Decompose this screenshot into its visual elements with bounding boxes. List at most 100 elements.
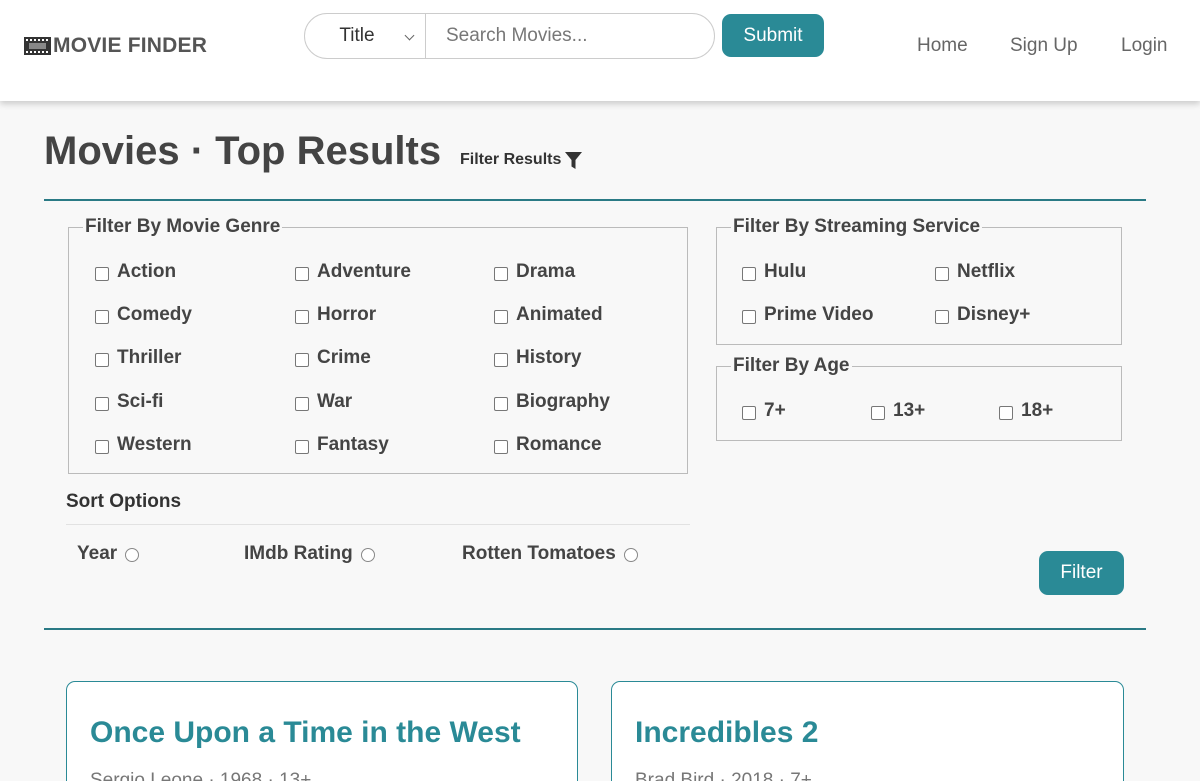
checkbox[interactable] (95, 396, 109, 411)
movie-meta: Sergio Leone · 1968 · 13+ (90, 770, 312, 781)
checkbox[interactable] (935, 309, 949, 324)
checkbox-label: Disney+ (957, 304, 1031, 325)
genre-checkbox-action[interactable]: Action (95, 261, 176, 283)
checkbox-label: Fantasy (317, 434, 389, 455)
nav-home[interactable]: Home (917, 35, 968, 57)
checkbox[interactable] (295, 396, 309, 411)
checkbox-label: Thriller (117, 347, 182, 368)
genre-checkbox-drama[interactable]: Drama (494, 261, 575, 283)
search-type-select[interactable]: Title (305, 14, 426, 58)
page-title: Movies · Top Results (44, 129, 442, 173)
genre-checkbox-fantasy[interactable]: Fantasy (295, 434, 389, 456)
sort-radio-rotten-tomatoes[interactable]: Rotten Tomatoes (462, 543, 638, 565)
submit-button[interactable]: Submit (722, 14, 824, 57)
checkbox[interactable] (295, 352, 309, 367)
genre-checkbox-war[interactable]: War (295, 391, 352, 413)
checkbox-label: Sci-fi (117, 391, 164, 412)
streaming-checkbox-prime-video[interactable]: Prime Video (742, 304, 873, 326)
checkbox[interactable] (95, 439, 109, 454)
genre-checkbox-history[interactable]: History (494, 347, 581, 369)
checkbox-label: Crime (317, 347, 371, 368)
checkbox-label: 13+ (893, 400, 926, 421)
checkbox-label: Animated (516, 304, 603, 325)
movie-meta: Brad Bird · 2018 · 7+ (635, 770, 812, 781)
genre-checkbox-western[interactable]: Western (95, 434, 192, 456)
checkbox[interactable] (494, 439, 508, 454)
genre-checkbox-biography[interactable]: Biography (494, 391, 610, 413)
nav-login[interactable]: Login (1121, 35, 1168, 57)
checkbox-label: Adventure (317, 261, 411, 282)
sort-radio-imdb-rating[interactable]: IMdb Rating (244, 543, 375, 565)
genre-checkbox-animated[interactable]: Animated (494, 304, 603, 326)
radio-button[interactable] (125, 548, 140, 562)
streaming-checkbox-hulu[interactable]: Hulu (742, 261, 806, 283)
checkbox[interactable] (999, 405, 1013, 420)
search-type-value: Title (339, 25, 375, 46)
checkbox[interactable] (935, 266, 949, 281)
movie-card[interactable]: Incredibles 2 Brad Bird · 2018 · 7+ (611, 681, 1124, 781)
logo-text: MOVIE FINDER (53, 34, 208, 57)
movie-card[interactable]: Once Upon a Time in the West Sergio Leon… (66, 681, 578, 781)
genre-checkbox-thriller[interactable]: Thriller (95, 347, 181, 369)
sort-radio-year[interactable]: Year (77, 543, 140, 565)
checkbox-label: Prime Video (764, 304, 874, 325)
streaming-checkbox-disney-plus[interactable]: Disney+ (935, 304, 1030, 326)
checkbox[interactable] (742, 266, 756, 281)
age-checkbox-18[interactable]: 18+ (999, 400, 1053, 422)
genre-checkbox-horror[interactable]: Horror (295, 304, 376, 326)
checkbox[interactable] (295, 309, 309, 324)
streaming-checkbox-netflix[interactable]: Netflix (935, 261, 1015, 283)
radio-button[interactable] (623, 548, 638, 562)
sort-options-title: Sort Options (66, 491, 182, 512)
movie-title[interactable]: Once Upon a Time in the West (90, 716, 521, 750)
checkbox-label: Western (117, 434, 192, 455)
genre-checkbox-adventure[interactable]: Adventure (295, 261, 411, 283)
checkbox-label: 18+ (1021, 400, 1054, 421)
checkbox-label: History (516, 347, 582, 368)
checkbox[interactable] (494, 266, 508, 281)
logo[interactable]: MOVIE FINDER (24, 34, 207, 58)
checkbox-label: Biography (516, 391, 610, 412)
filter-results-toggle[interactable]: Filter Results (460, 151, 583, 169)
checkbox[interactable] (295, 439, 309, 454)
search-input[interactable] (426, 25, 714, 47)
checkbox[interactable] (494, 352, 508, 367)
checkbox-label: Comedy (117, 304, 192, 325)
nav-sign-up[interactable]: Sign Up (1010, 35, 1078, 57)
checkbox[interactable] (494, 309, 508, 324)
checkbox-label: Hulu (764, 261, 807, 282)
checkbox[interactable] (871, 405, 885, 420)
checkbox[interactable] (742, 309, 756, 324)
funnel-icon (565, 151, 583, 169)
genre-checkbox-comedy[interactable]: Comedy (95, 304, 192, 326)
chevron-down-icon (404, 30, 415, 41)
genre-checkbox-sci-fi[interactable]: Sci-fi (95, 391, 163, 413)
checkbox-label: Netflix (957, 261, 1016, 282)
streaming-legend: Filter By Streaming Service (731, 216, 983, 238)
age-checkbox-7[interactable]: 7+ (742, 400, 786, 422)
genre-checkbox-romance[interactable]: Romance (494, 434, 602, 456)
streaming-fieldset: Filter By Streaming Service (716, 216, 1122, 345)
filter-results-label: Filter Results (460, 151, 562, 168)
film-icon (24, 37, 51, 55)
genre-checkbox-crime[interactable]: Crime (295, 347, 371, 369)
checkbox[interactable] (295, 266, 309, 281)
movie-title[interactable]: Incredibles 2 (635, 716, 818, 750)
checkbox[interactable] (95, 309, 109, 324)
search-bar: Title (304, 13, 715, 59)
checkbox[interactable] (95, 266, 109, 281)
radio-label: Rotten Tomatoes (462, 543, 616, 564)
genre-legend: Filter By Movie Genre (83, 216, 283, 238)
checkbox[interactable] (742, 405, 756, 420)
age-legend: Filter By Age (731, 355, 852, 377)
radio-label: Year (77, 543, 118, 564)
radio-button[interactable] (360, 548, 375, 562)
checkbox-label: 7+ (764, 400, 786, 421)
sort-divider (66, 524, 690, 525)
age-checkbox-13[interactable]: 13+ (871, 400, 925, 422)
filter-button[interactable]: Filter (1039, 551, 1124, 595)
checkbox-label: Horror (317, 304, 377, 325)
checkbox-label: War (317, 391, 353, 412)
checkbox[interactable] (95, 352, 109, 367)
checkbox[interactable] (494, 396, 508, 411)
